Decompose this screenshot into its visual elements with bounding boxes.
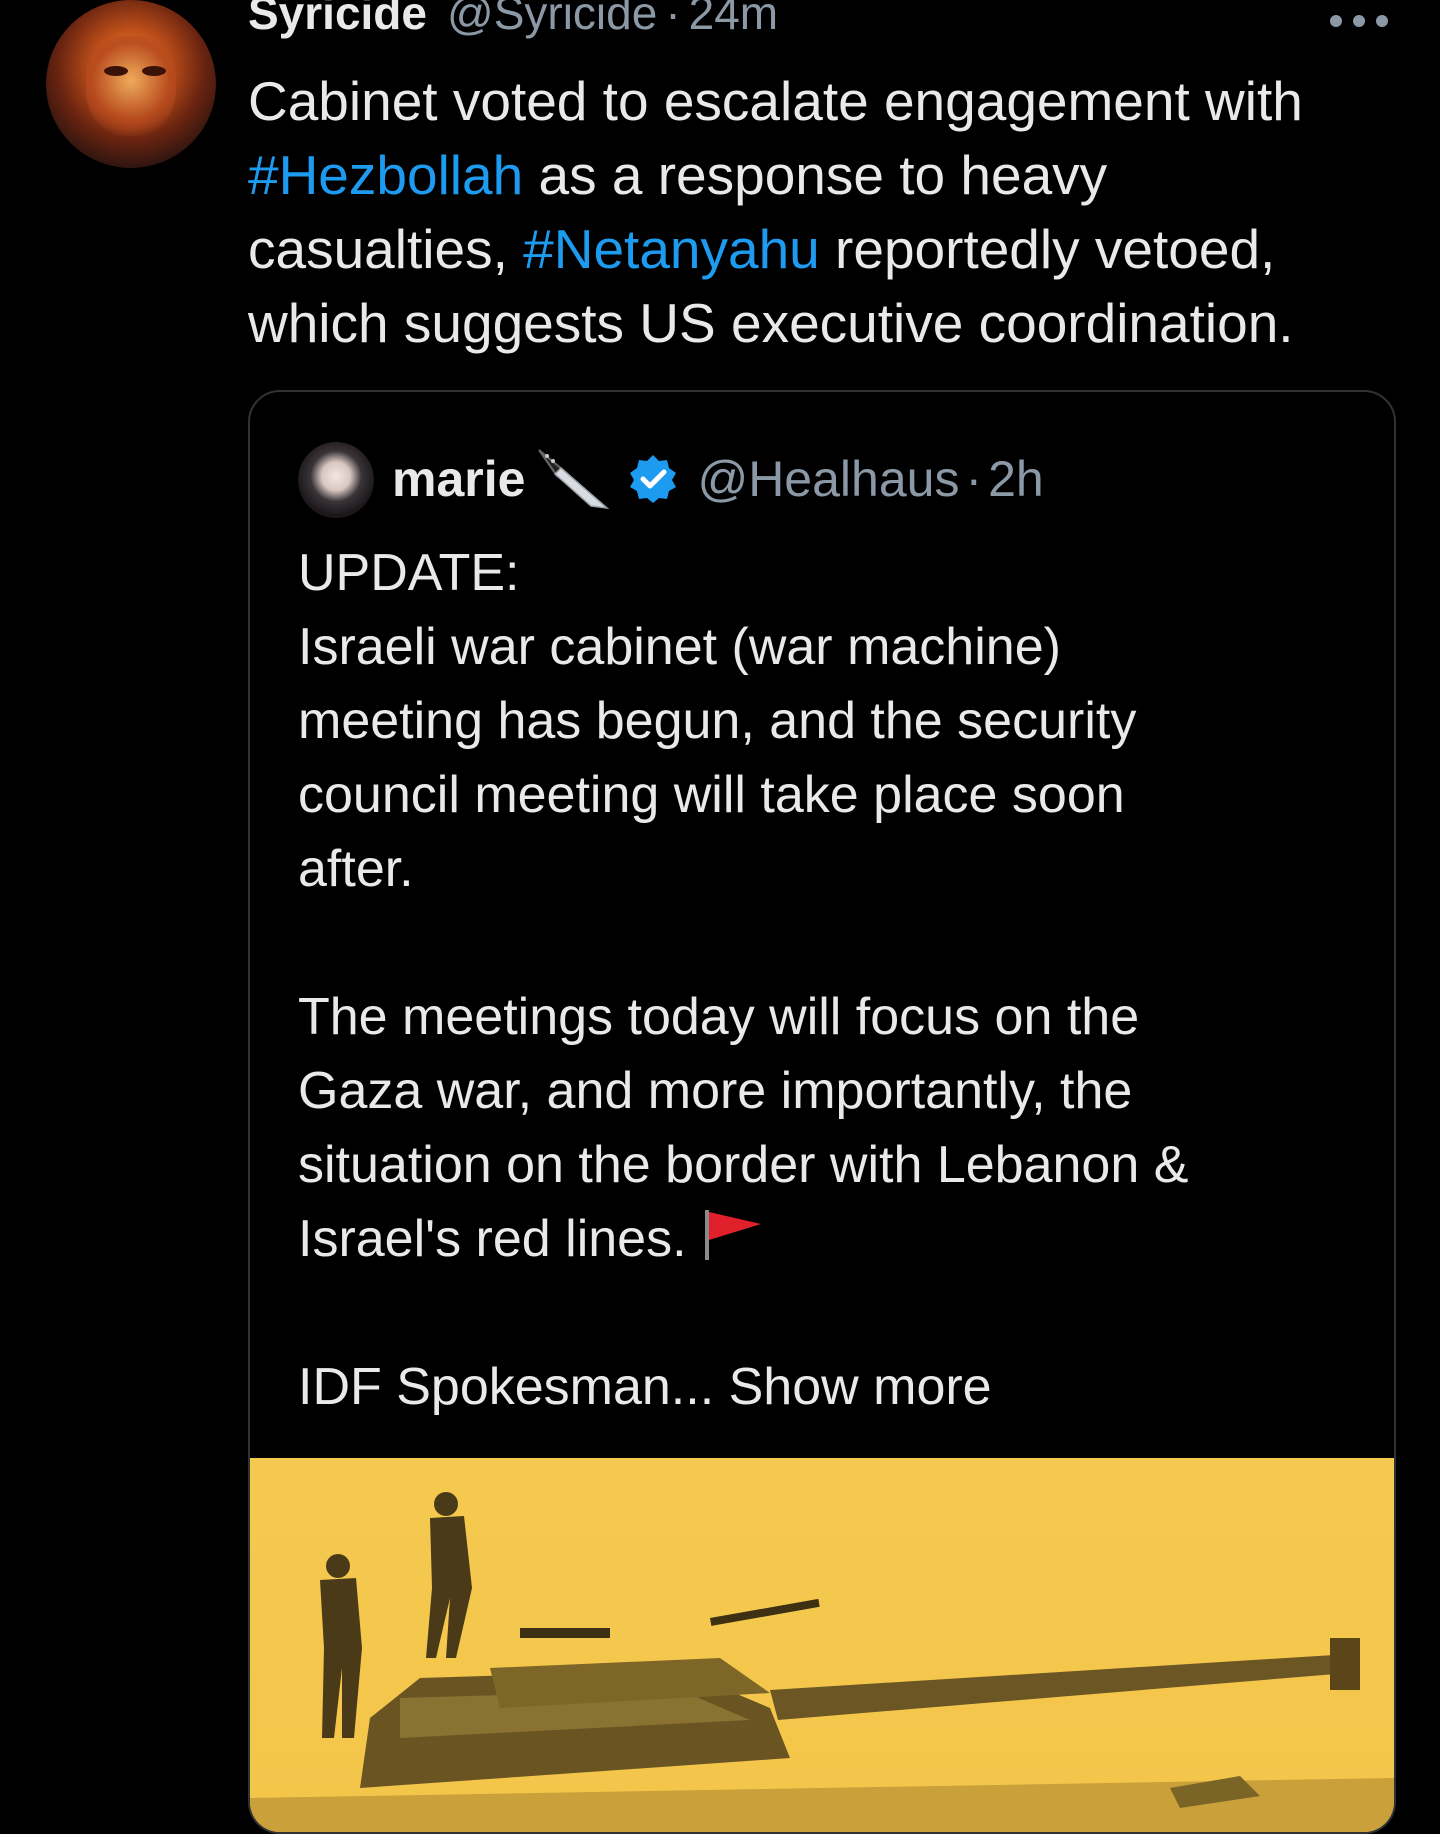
quoted-media-image[interactable] — [250, 1458, 1394, 1832]
author-name[interactable]: Syricide — [248, 0, 427, 40]
quoted-line: council meeting will take place soon — [298, 766, 1125, 824]
quoted-line: Israel's red lines. — [298, 1210, 687, 1268]
separator: · — [665, 0, 681, 39]
quoted-author-name[interactable]: marie — [392, 450, 525, 508]
timestamp[interactable]: 24m — [689, 0, 778, 40]
tweet-line: casualties, #Netanyahu reportedly vetoed… — [248, 212, 1398, 286]
tweet-header: Syricide @Syricide · 24m — [248, 0, 778, 42]
quoted-line — [298, 906, 1358, 980]
quoted-line: UPDATE: — [298, 544, 520, 602]
author-handle[interactable]: @Syricide — [447, 0, 657, 40]
tweet-line: which suggests US executive coordination… — [248, 286, 1398, 360]
more-horizontal-icon[interactable] — [1330, 6, 1388, 36]
more-dot — [1376, 15, 1388, 27]
more-dot — [1353, 15, 1365, 27]
quoted-line: The meetings today will focus on the — [298, 988, 1140, 1046]
knife-icon — [538, 449, 610, 510]
tweet-text-segment: Cabinet voted to escalate engagement wit… — [248, 70, 1303, 132]
quoted-line: Israeli war cabinet (war machine) — [298, 618, 1061, 676]
separator: · — [965, 451, 983, 507]
tweet-text-segment: reportedly vetoed, — [819, 218, 1276, 280]
tweet-text-segment: as a response to heavy — [523, 144, 1108, 206]
avatar[interactable] — [46, 0, 216, 168]
quoted-header: marie @Healhaus · 2h — [392, 444, 1044, 514]
quoted-timestamp[interactable]: 2h — [988, 450, 1044, 508]
quoted-line: Gaza war, and more importantly, the — [298, 1062, 1133, 1120]
quoted-line-flag: Israel's red lines. — [298, 1202, 1358, 1276]
tweet-text: Cabinet voted to escalate engagement wit… — [248, 64, 1398, 360]
quoted-line: meeting has begun, and the security — [298, 692, 1137, 750]
quoted-line: situation on the border with Lebanon & — [298, 1136, 1189, 1194]
quoted-text: UPDATE: Israeli war cabinet (war machine… — [298, 536, 1358, 1424]
hashtag-link[interactable]: #Netanyahu — [523, 218, 820, 280]
avatar-eye — [142, 66, 166, 76]
quoted-line — [298, 1276, 1358, 1350]
hashtag-link[interactable]: #Hezbollah — [248, 144, 523, 206]
avatar-eye — [104, 66, 128, 76]
red-flag-icon — [704, 1210, 761, 1260]
tweet-text-segment: which suggests US executive coordination… — [248, 292, 1294, 354]
quoted-line: after. — [298, 840, 414, 898]
avatar-face — [86, 36, 176, 136]
tweet-line: #Hezbollah as a response to heavy — [248, 138, 1398, 212]
show-more-link[interactable]: IDF Spokesman... Show more — [298, 1350, 1358, 1424]
tweet-line: Cabinet voted to escalate engagement wit… — [248, 64, 1398, 138]
more-dot — [1330, 15, 1342, 27]
verified-badge-icon — [630, 455, 677, 503]
quoted-tweet[interactable]: marie @Healhaus · 2h UPDATE: Israeli war… — [248, 390, 1396, 1834]
tank-illustration — [250, 1492, 1394, 1832]
tweet[interactable]: Syricide @Syricide · 24m Cabinet voted t… — [0, 0, 1440, 1834]
tweet-text-segment: casualties, — [248, 218, 524, 280]
quoted-author-handle[interactable]: @Healhaus — [697, 450, 959, 508]
quoted-avatar[interactable] — [298, 442, 374, 518]
